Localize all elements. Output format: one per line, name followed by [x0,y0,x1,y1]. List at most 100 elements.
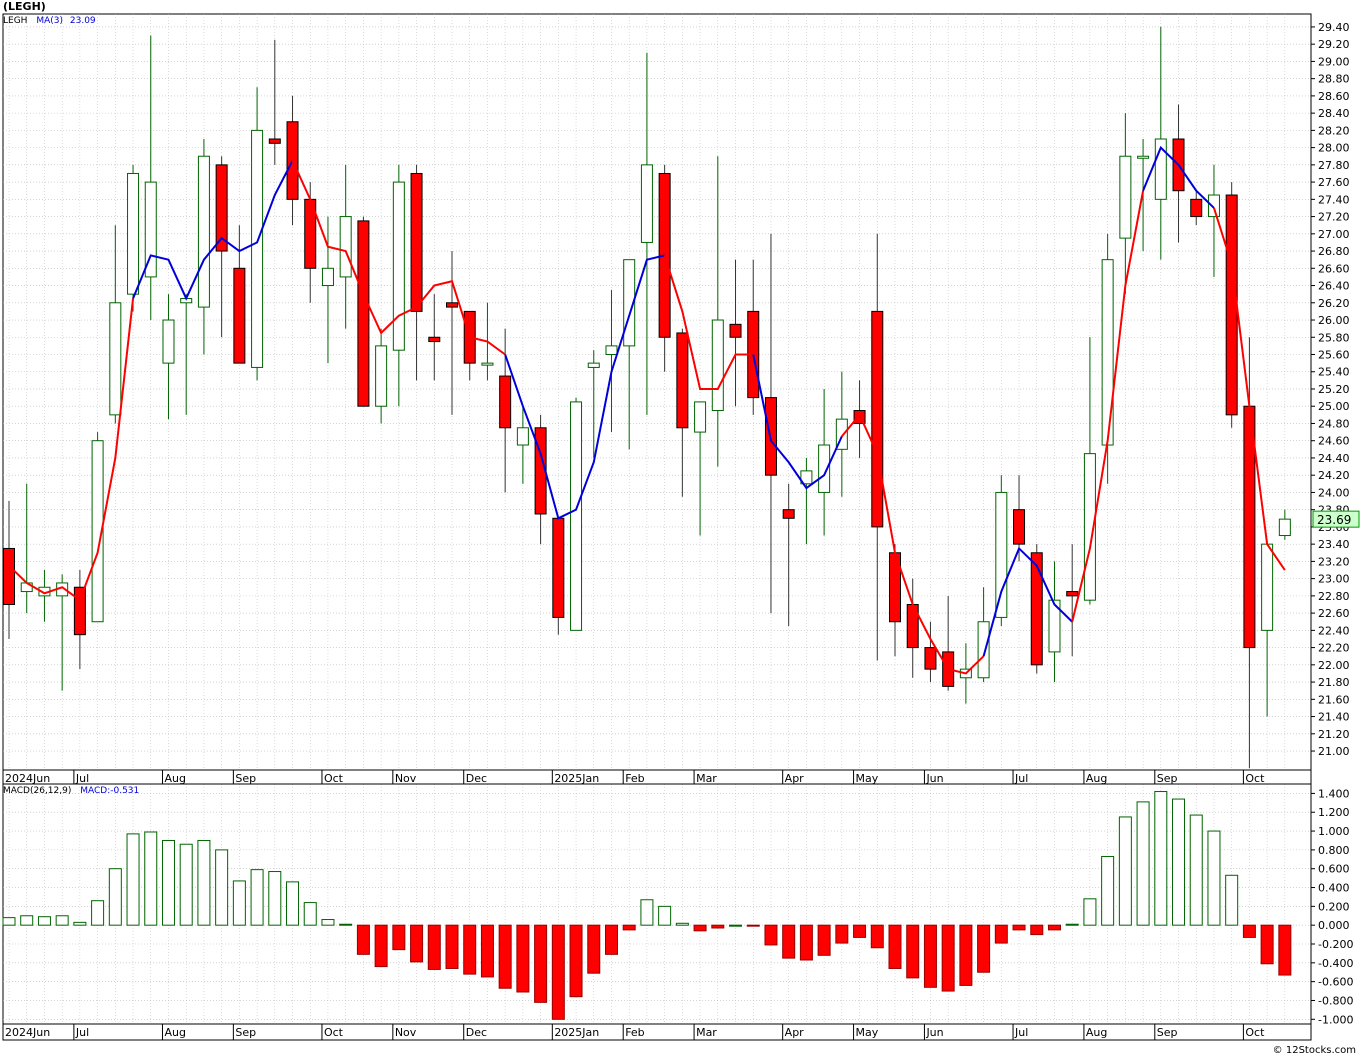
x-tick-label: Oct [324,772,344,785]
candle-body [1030,552,1043,666]
candle-body [871,310,884,528]
price-tick-label: 28.40 [1318,107,1350,120]
price-panel [2,13,1312,771]
macd-bar [853,924,867,938]
macd-bar [286,881,300,926]
price-tick-label: 28.80 [1318,73,1350,86]
price-tick-label: 26.60 [1318,262,1350,275]
price-tick-label: 21.00 [1318,745,1350,758]
price-tick-label: 26.40 [1318,280,1350,293]
chart-canvas: 21.00 21.20 21.40 21.60 21.80 22.00 22.20 22.40… [2,13,1360,1041]
macd-tick-label: 0.800 [1318,844,1350,857]
macd-bar [941,924,955,992]
macd-bar [569,924,583,998]
macd-tick-label: 0.400 [1318,882,1350,895]
price-x-axis [2,769,1312,785]
macd-legend: MACD(26,12,9) MACD:-0.531 [3,786,139,796]
macd-bar [1047,924,1061,931]
price-tick-label: 26.80 [1318,245,1350,258]
macd-bar [215,849,229,926]
x-tick-label: Jun [925,1026,943,1039]
macd-bar [1118,816,1132,926]
macd-bar [356,924,370,955]
macd-bar [1136,801,1150,926]
x-tick-label: Nov [395,1026,417,1039]
candle-body [428,336,441,343]
candle-body [924,647,937,670]
candle-body [339,216,352,278]
macd-tick-label: 1.200 [1318,806,1350,819]
macd-bar [91,900,105,926]
price-tick-label: 24.40 [1318,452,1350,465]
macd-bar [764,924,778,946]
price-tick-label: 24.80 [1318,417,1350,430]
macd-bar [587,924,601,974]
macd-bar [1172,798,1186,926]
candle-body [552,517,565,618]
macd-bar [923,924,937,988]
macd-bar [303,902,317,926]
candle-body [251,129,264,368]
macd-bar [250,869,264,926]
candle-body [1190,198,1203,218]
macd-bar [1260,924,1274,965]
macd-bar [729,924,743,927]
candle-body [782,509,795,519]
price-tick-label: 23.00 [1318,573,1350,586]
macd-bar [658,905,672,926]
macd-bar [339,923,353,926]
candle-body [357,220,370,407]
price-tick-label: 27.20 [1318,211,1350,224]
macd-tick-label: -0.800 [1318,994,1353,1007]
x-tick-label: May [856,1026,879,1039]
price-tick-label: 22.40 [1318,624,1350,637]
macd-tick-label: 0.200 [1318,900,1350,913]
macd-bar [232,880,246,926]
macd-bar [1242,924,1256,938]
x-tick-label: Nov [395,772,417,785]
candle-body [499,375,512,429]
x-tick-label: Oct [324,1026,344,1039]
price-tick-label: 22.80 [1318,590,1350,603]
price-tick-label: 28.20 [1318,124,1350,137]
macd-bar [799,924,813,961]
candle-body [1261,543,1274,631]
price-tick-label: 21.60 [1318,693,1350,706]
x-tick-label: Jul [1014,1026,1028,1039]
x-tick-label: Jul [75,772,89,785]
macd-bar [693,924,707,932]
macd-bar [640,899,654,926]
legend-ma-value: 23.09 [69,16,96,26]
macd-bar [622,924,636,931]
macd-bar [906,924,920,979]
price-tick-label: 27.00 [1318,228,1350,241]
candle-body [162,319,175,364]
macd-bar [1101,855,1115,926]
candle-body [640,164,653,243]
price-tick-label: 22.20 [1318,642,1350,655]
x-tick-label: Aug [1086,772,1107,785]
price-tick-label: 29.40 [1318,21,1350,34]
price-tick-label: 25.60 [1318,349,1350,362]
x-tick-label: May [856,772,879,785]
candle-body [1207,194,1220,218]
x-tick-label: Dec [466,1026,487,1039]
x-tick-label: 2024Jun [5,772,50,785]
x-tick-label: Jul [1014,772,1028,785]
macd-bar [321,919,335,926]
macd-bar [516,924,530,993]
macd-bar [37,916,51,926]
macd-bar [197,839,211,926]
last-price-tag-text: 23.69 [1317,513,1351,527]
price-tick-label: 24.60 [1318,435,1350,448]
macd-bar [445,924,459,969]
x-tick-label: Sep [1157,1026,1178,1039]
x-tick-label: Aug [1086,1026,1107,1039]
price-tick-label: 29.00 [1318,55,1350,68]
macd-bar [870,924,884,949]
candle-body [729,323,742,338]
candle-body [481,362,494,366]
x-tick-label: Sep [235,1026,256,1039]
x-tick-label: Jun [925,772,943,785]
x-tick-label: Apr [785,1026,805,1039]
